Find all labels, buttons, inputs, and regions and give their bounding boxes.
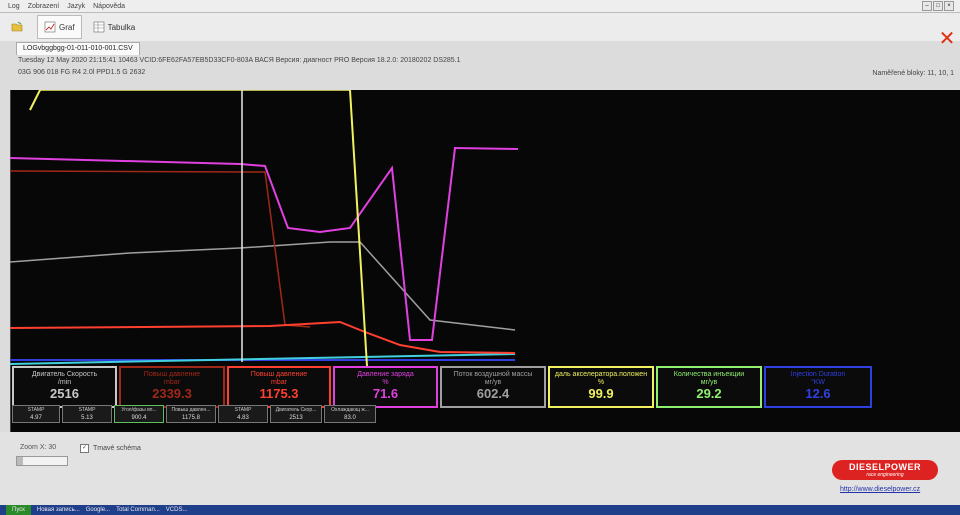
mini-panel-stamp-3[interactable]: STAMP 4.83 bbox=[218, 405, 268, 423]
graph-area[interactable]: Двигатель Скорость /min 2516 Повыш давле… bbox=[10, 90, 960, 432]
injection-duration-value: 12.6 bbox=[805, 386, 831, 401]
charge-pressure-value: 71.6 bbox=[372, 386, 399, 401]
accelerator-panel[interactable]: даль акселератора.положен % 99.9 bbox=[548, 366, 654, 408]
open-folder-button[interactable] bbox=[4, 15, 33, 39]
maximize-button[interactable]: □ bbox=[933, 1, 943, 11]
taskbar-item-3[interactable]: Total Comman... bbox=[116, 507, 160, 513]
menu-language[interactable]: Jazyk bbox=[67, 3, 85, 10]
boost-actual-value: 1175.3 bbox=[259, 386, 299, 401]
ecu-info: 03G 906 018 FG R4 2.0l PPD1.5 G 2632 bbox=[18, 69, 146, 76]
mini-panel-stamp-1[interactable]: STAMP 4.97 bbox=[12, 405, 60, 423]
boost-spec-panel[interactable]: Повыш давление mbar 2339.3 bbox=[119, 366, 225, 408]
log-header-info: Tuesday 12 May 2020 21:15:41 10463 VCID:… bbox=[18, 57, 461, 64]
air-mass-value: 602.4 bbox=[476, 386, 510, 401]
boost-pressure-spec-line bbox=[10, 170, 311, 328]
menu-help[interactable]: Nápověda bbox=[93, 3, 125, 10]
charge-pressure-panel[interactable]: Давление заряда % 71.6 bbox=[333, 366, 438, 408]
zoom-slider[interactable] bbox=[16, 456, 68, 466]
mini-panel-boost[interactable]: Повыш давлен... 1175.8 bbox=[166, 405, 216, 423]
website-link[interactable]: http://www.dieselpower.cz bbox=[840, 486, 920, 493]
taskbar: Пуск Новая запись... Google... Total Com… bbox=[0, 505, 960, 515]
close-log-icon[interactable]: ✕ bbox=[938, 28, 956, 48]
bottom-bar: Zoom X: 30 ✓ Tmavé schéma DIESELPOWER ra… bbox=[0, 432, 960, 505]
engine-speed-panel[interactable]: Двигатель Скорость /min 2516 bbox=[12, 366, 117, 408]
injection-duration-panel[interactable]: Injection Duration °KW 12.6 bbox=[764, 366, 872, 408]
dieselpower-logo: DIESELPOWER race engineering bbox=[832, 460, 938, 480]
tab-tabulka-label: Tabulka bbox=[107, 22, 136, 32]
minimize-button[interactable]: – bbox=[922, 1, 932, 11]
engine-speed-value: 2516 bbox=[50, 386, 79, 401]
menu-view[interactable]: Zobrazení bbox=[28, 3, 60, 10]
menu-log[interactable]: Log bbox=[8, 3, 20, 10]
table-icon bbox=[93, 21, 104, 33]
window-close-button[interactable]: × bbox=[944, 1, 954, 11]
toolbar: Graf Tabulka bbox=[0, 13, 960, 41]
start-button[interactable]: Пуск bbox=[6, 505, 31, 515]
zoom-label: Zoom X: 30 bbox=[20, 444, 57, 451]
dark-scheme-label: Tmavé schéma bbox=[93, 445, 141, 452]
boost-actual-panel[interactable]: Повыш давление mbar 1175.3 bbox=[227, 366, 331, 408]
file-tab[interactable]: LOGvbggbgg-01-011-010-001.CSV bbox=[16, 42, 140, 55]
measured-blocks: Naměřené bloky: 11, 10, 1 bbox=[872, 70, 954, 77]
injection-quantity-value: 29.2 bbox=[696, 386, 722, 401]
accelerator-value: 99.9 bbox=[588, 386, 614, 401]
menu-bar: Log Zobrazení Jazyk Nápověda – □ × bbox=[0, 0, 960, 13]
taskbar-item-1[interactable]: Новая запись... bbox=[37, 507, 80, 513]
tab-graf-label: Graf bbox=[59, 22, 75, 32]
mini-panel-angle[interactable]: Угол/фазы вп... 900.4 bbox=[114, 405, 164, 423]
graph-icon bbox=[44, 21, 56, 33]
taskbar-item-4[interactable]: VCDS... bbox=[166, 507, 188, 513]
mini-panel-coolant[interactable]: Охлаждающ ж... 83.0 bbox=[324, 405, 376, 423]
air-mass-panel[interactable]: Поток воздушной массы мг/ув 602.4 bbox=[440, 366, 546, 408]
tab-graf[interactable]: Graf bbox=[37, 15, 82, 39]
mini-panel-stamp-2[interactable]: STAMP 5.13 bbox=[62, 405, 112, 423]
folder-icon bbox=[11, 21, 23, 32]
boost-spec-value: 2339.3 bbox=[152, 386, 192, 401]
accelerator-line-start bbox=[29, 90, 41, 111]
charge-pressure-line bbox=[10, 146, 519, 341]
mini-panel-engine-speed[interactable]: Двигатель Скор... 2513 bbox=[270, 405, 322, 423]
checkbox-check-icon[interactable]: ✓ bbox=[80, 444, 89, 453]
accelerator-line-drop bbox=[349, 90, 368, 367]
boost-pressure-actual-line bbox=[10, 320, 516, 354]
taskbar-item-2[interactable]: Google... bbox=[86, 507, 110, 513]
tab-tabulka[interactable]: Tabulka bbox=[86, 15, 143, 39]
dark-scheme-checkbox[interactable]: ✓ Tmavé schéma bbox=[80, 444, 141, 453]
zoom-slider-thumb[interactable] bbox=[17, 457, 23, 465]
injection-quantity-panel[interactable]: Количества инъекции мг/ув 29.2 bbox=[656, 366, 762, 408]
